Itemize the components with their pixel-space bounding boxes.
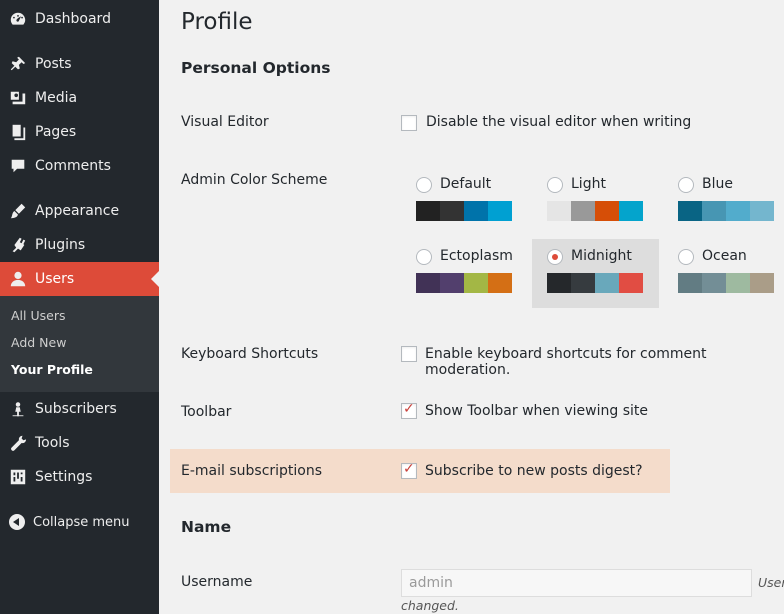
users-icon — [8, 269, 28, 289]
keyboard-shortcuts-label: Keyboard Shortcuts — [181, 346, 319, 362]
radio-midnight[interactable] — [547, 249, 563, 265]
username-description: User — [758, 575, 784, 590]
submenu-add-new[interactable]: Add New — [11, 335, 66, 350]
swatches-blue — [678, 201, 774, 221]
section-title-name: Name — [181, 518, 232, 536]
toolbar-checkbox-label[interactable]: Show Toolbar when viewing site — [425, 403, 648, 419]
collapse-arrow-icon — [9, 514, 25, 530]
comments-icon — [8, 156, 28, 176]
menu-item-pages[interactable]: Pages — [0, 115, 159, 149]
media-icon — [8, 88, 28, 108]
admin-color-scheme-label: Admin Color Scheme — [181, 172, 328, 188]
scheme-name: Default — [440, 176, 492, 192]
menu-label: Tools — [35, 435, 70, 451]
email-subscriptions-checkbox[interactable] — [401, 461, 417, 479]
color-scheme-midnight[interactable]: Midnight — [532, 239, 659, 308]
menu-label: Subscribers — [35, 401, 117, 417]
email-subscriptions-label: E-mail subscriptions — [181, 463, 323, 479]
menu-label: Comments — [35, 158, 111, 174]
scheme-name: Ocean — [702, 248, 747, 264]
scheme-name: Light — [571, 176, 606, 192]
scheme-name: Blue — [702, 176, 733, 192]
keyboard-shortcuts-checkbox-label[interactable]: Enable keyboard shortcuts for comment mo… — [425, 346, 784, 378]
admin-sidebar: Dashboard Posts Media Pages Comments App… — [0, 0, 159, 614]
visual-editor-checkbox-label[interactable]: Disable the visual editor when writing — [426, 114, 691, 130]
collapse-menu-button[interactable]: Collapse menu — [0, 509, 159, 535]
pin-icon — [8, 54, 28, 74]
pages-icon — [8, 122, 28, 142]
radio-light[interactable] — [547, 177, 563, 193]
menu-label: Media — [35, 90, 78, 106]
menu-label: Users — [35, 271, 75, 287]
menu-item-plugins[interactable]: Plugins — [0, 228, 159, 262]
radio-default[interactable] — [416, 177, 432, 193]
username-label: Username — [181, 574, 253, 590]
wrench-icon — [8, 433, 28, 453]
color-scheme-blue[interactable]: Blue — [666, 169, 778, 237]
keyboard-shortcuts-checkbox[interactable] — [401, 346, 417, 362]
scheme-name: Midnight — [571, 248, 632, 264]
radio-ocean[interactable] — [678, 249, 694, 265]
menu-label: Appearance — [35, 203, 120, 219]
radio-blue[interactable] — [678, 177, 694, 193]
submenu-all-users[interactable]: All Users — [11, 308, 65, 323]
menu-label: Posts — [35, 56, 72, 72]
menu-item-users[interactable]: Users — [0, 262, 159, 296]
swatches-ocean — [678, 273, 774, 293]
menu-label: Plugins — [35, 237, 86, 253]
color-scheme-light[interactable]: Light — [535, 169, 647, 237]
collapse-label: Collapse menu — [33, 514, 130, 530]
menu-item-appearance[interactable]: Appearance — [0, 194, 159, 228]
brush-icon — [8, 201, 28, 221]
dashboard-icon — [8, 9, 28, 29]
radio-ectoplasm[interactable] — [416, 249, 432, 265]
swatches-default — [416, 201, 512, 221]
menu-item-subscribers[interactable]: Subscribers — [0, 392, 159, 426]
username-input[interactable] — [401, 569, 752, 597]
menu-item-tools[interactable]: Tools — [0, 426, 159, 460]
menu-item-posts[interactable]: Posts — [0, 47, 159, 81]
page-title: Profile — [181, 9, 253, 35]
visual-editor-checkbox[interactable] — [401, 115, 417, 131]
users-submenu: All Users Add New Your Profile — [0, 296, 159, 392]
menu-item-comments[interactable]: Comments — [0, 149, 159, 183]
plugin-icon — [8, 235, 28, 255]
swatches-midnight — [547, 273, 643, 293]
toolbar-checkbox[interactable] — [401, 401, 417, 419]
username-description-continued: changed. — [401, 598, 459, 613]
swatches-light — [547, 201, 643, 221]
menu-label: Pages — [35, 124, 77, 140]
section-title-personal-options: Personal Options — [181, 59, 331, 77]
menu-label: Dashboard — [35, 11, 111, 27]
subscribers-icon — [8, 399, 28, 419]
color-scheme-ectoplasm[interactable]: Ectoplasm — [404, 240, 516, 308]
menu-label: Settings — [35, 469, 93, 485]
submenu-your-profile[interactable]: Your Profile — [11, 362, 93, 377]
menu-item-settings[interactable]: Settings — [0, 460, 159, 494]
toolbar-label: Toolbar — [181, 404, 232, 420]
swatches-ectoplasm — [416, 273, 512, 293]
menu-item-media[interactable]: Media — [0, 81, 159, 115]
color-scheme-ocean[interactable]: Ocean — [666, 240, 778, 308]
email-subscriptions-checkbox-label[interactable]: Subscribe to new posts digest? — [425, 463, 643, 479]
color-scheme-default[interactable]: Default — [404, 169, 516, 237]
menu-item-dashboard[interactable]: Dashboard — [0, 2, 159, 36]
visual-editor-label: Visual Editor — [181, 114, 269, 130]
scheme-name: Ectoplasm — [440, 248, 513, 264]
settings-icon — [8, 467, 28, 487]
